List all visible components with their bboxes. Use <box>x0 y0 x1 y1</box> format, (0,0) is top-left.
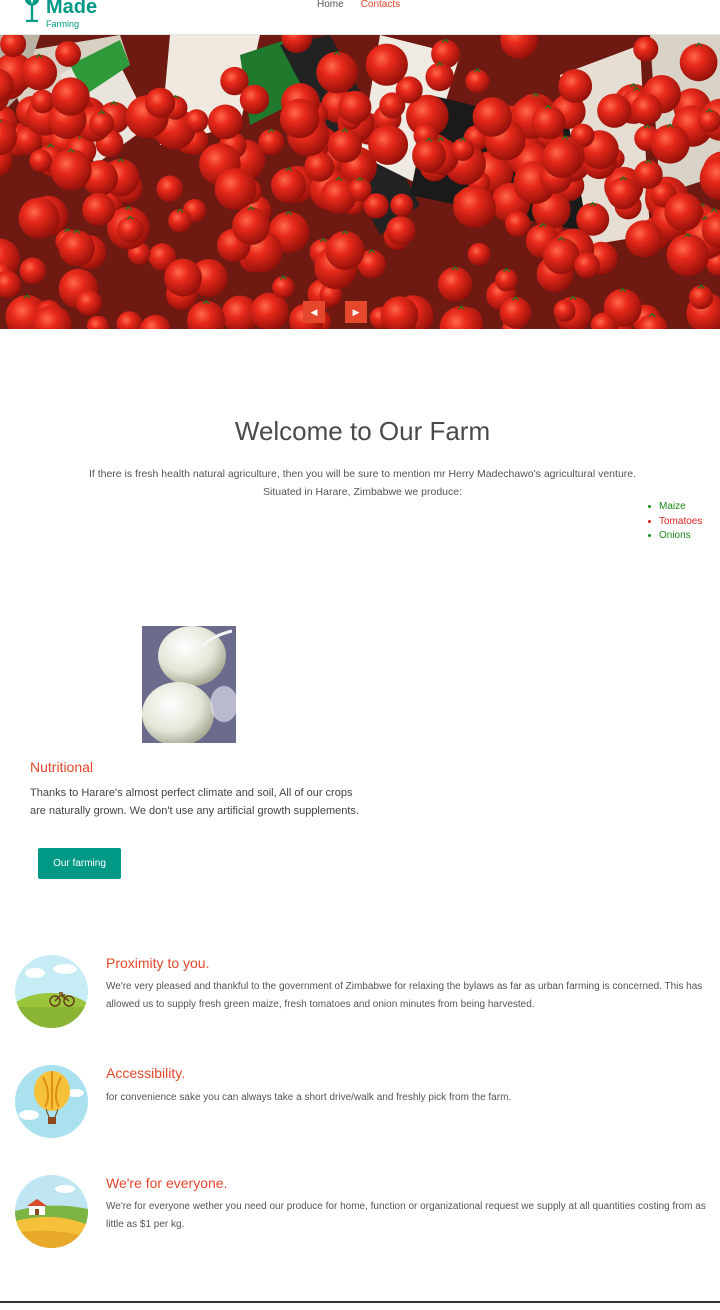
farmhouse-field-icon <box>15 1175 88 1248</box>
feature-text: for convenience sake you can always take… <box>106 1092 512 1103</box>
welcome-line-2: Situated in Harare, Zimbabwe we produce: <box>262 486 463 498</box>
produce-list: Maize Tomatoes Onions <box>647 500 702 544</box>
slider-next-button[interactable]: ▶ <box>345 301 367 323</box>
produce-item: Tomatoes <box>647 515 702 530</box>
hot-air-balloon-icon <box>15 1065 88 1138</box>
main-nav: Home Contacts <box>317 0 400 10</box>
feature-text: We're for everyone wether you need our p… <box>106 1201 706 1230</box>
produce-item: Onions <box>647 529 702 544</box>
feature-title: We're for everyone. <box>106 1175 228 1191</box>
bicycle-field-icon <box>15 955 88 1028</box>
welcome-text: If there is fresh health natural agricul… <box>0 465 720 501</box>
hero-slider: ◀ ▶ <box>0 35 720 329</box>
footer-divider <box>0 1301 720 1303</box>
nav-home-link[interactable]: Home <box>317 0 344 10</box>
feature-title: Accessibility. <box>106 1065 186 1081</box>
slider-prev-button[interactable]: ◀ <box>303 301 325 323</box>
welcome-line-1: If there is fresh health natural agricul… <box>88 468 637 480</box>
nav-contacts-link[interactable]: Contacts <box>361 0 400 10</box>
tomatoes-hero-image <box>0 35 720 329</box>
chevron-left-icon: ◀ <box>310 307 318 317</box>
logo-name: Made <box>46 0 98 18</box>
nutritional-text: Thanks to Harare's almost perfect climat… <box>30 787 360 817</box>
logo-subtitle: Farming <box>46 19 80 29</box>
feature-title: Proximity to you. <box>106 955 210 971</box>
logo[interactable]: Made Farming <box>22 0 97 29</box>
sprout-logo-icon <box>24 0 40 22</box>
site-header: Made Farming Home Contacts <box>0 0 720 35</box>
chevron-right-icon: ▶ <box>352 307 360 317</box>
welcome-title: Welcome to Our Farm <box>234 416 491 446</box>
nutritional-title: Nutritional <box>30 759 94 775</box>
onions-image <box>142 626 236 743</box>
produce-item: Maize <box>647 500 702 515</box>
feature-text: We're very pleased and thankful to the g… <box>106 981 703 1010</box>
our-farming-button[interactable]: Our farming <box>38 848 121 879</box>
